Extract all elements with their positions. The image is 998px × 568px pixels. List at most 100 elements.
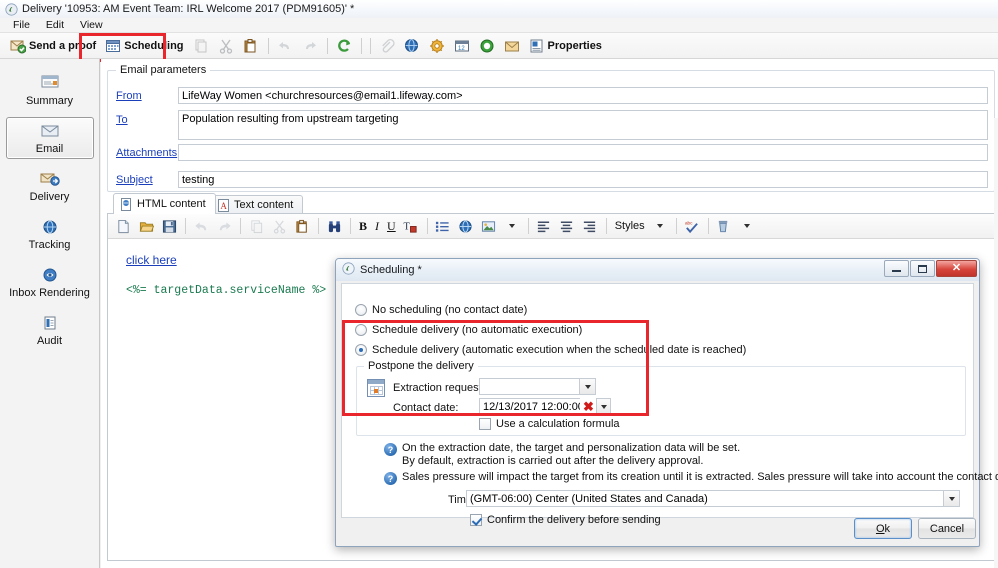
minimize-icon bbox=[892, 270, 901, 272]
ok-button[interactable]: Ok bbox=[854, 518, 912, 539]
copy-button[interactable] bbox=[189, 34, 213, 57]
align-center-button[interactable] bbox=[556, 215, 578, 237]
tab-html-content-label: HTML content bbox=[137, 198, 206, 210]
content-vertical-scrollbar[interactable] bbox=[994, 118, 998, 568]
spellcheck-button[interactable]: abc bbox=[681, 215, 703, 237]
extraction-request-dropdown-arrow[interactable] bbox=[579, 379, 595, 394]
menu-file[interactable]: File bbox=[5, 18, 38, 33]
styles-dropdown-label[interactable]: Styles bbox=[611, 216, 649, 236]
menu-edit[interactable]: Edit bbox=[38, 18, 72, 33]
send-a-proof-button[interactable]: Send a proof bbox=[6, 34, 100, 57]
contact-date-input[interactable]: 12/13/2017 12:00:00 AM bbox=[479, 398, 580, 415]
copy-button[interactable] bbox=[245, 215, 267, 237]
editor-separator bbox=[318, 218, 319, 234]
align-left-button[interactable] bbox=[533, 215, 555, 237]
chevron-down-icon bbox=[584, 384, 591, 389]
send-proof-icon bbox=[10, 38, 27, 54]
sidebar-item-tracking[interactable]: Tracking bbox=[6, 213, 94, 255]
close-button[interactable]: ✕ bbox=[936, 260, 977, 277]
align-right-button[interactable] bbox=[579, 215, 601, 237]
redo-icon bbox=[302, 38, 318, 54]
insert-image-dropdown[interactable] bbox=[501, 215, 523, 237]
undo-button[interactable] bbox=[190, 215, 212, 237]
option-schedule-auto[interactable]: Schedule delivery (automatic execution w… bbox=[355, 344, 746, 356]
undo-button[interactable] bbox=[273, 34, 297, 57]
clear-formatting-dropdown[interactable] bbox=[736, 215, 758, 237]
mail-button[interactable] bbox=[500, 34, 524, 57]
redo-button[interactable] bbox=[213, 215, 235, 237]
sidebar-item-delivery[interactable]: Delivery bbox=[6, 165, 94, 207]
bold-button[interactable]: B bbox=[355, 216, 371, 236]
new-document-button[interactable] bbox=[112, 215, 134, 237]
to-label[interactable]: To bbox=[116, 114, 128, 126]
schedule-calendar-button[interactable]: 12 bbox=[450, 34, 474, 57]
application-window: Delivery '10953: AM Event Team: IRL Welc… bbox=[0, 0, 998, 568]
paste-icon bbox=[243, 38, 259, 54]
from-label[interactable]: From bbox=[116, 90, 142, 102]
sidebar-item-email[interactable]: Email bbox=[5, 117, 94, 159]
subject-label[interactable]: Subject bbox=[116, 174, 153, 186]
timezone-combo[interactable]: (GMT-06:00) Center (United States and Ca… bbox=[466, 490, 960, 507]
find-button[interactable] bbox=[323, 215, 345, 237]
editor-separator bbox=[605, 218, 607, 234]
text-color-button[interactable]: T bbox=[400, 215, 422, 237]
svg-text:A: A bbox=[220, 201, 227, 211]
radio-schedule-auto[interactable] bbox=[355, 344, 367, 356]
info-note-sales-pressure: ? Sales pressure will impact the target … bbox=[384, 471, 998, 485]
sidebar-item-inbox-rendering[interactable]: Inbox Rendering bbox=[6, 261, 94, 303]
option-no-scheduling[interactable]: No scheduling (no contact date) bbox=[355, 304, 527, 316]
typology-button[interactable] bbox=[425, 34, 449, 57]
email-icon bbox=[39, 125, 61, 143]
attachments-label[interactable]: Attachments bbox=[116, 147, 177, 159]
svg-text:T: T bbox=[404, 221, 411, 232]
properties-button[interactable]: Properties bbox=[525, 34, 606, 57]
cancel-button[interactable]: Cancel bbox=[918, 518, 976, 539]
sidebar-item-summary[interactable]: Summary bbox=[6, 69, 94, 111]
typology-icon bbox=[429, 38, 445, 54]
clear-x-icon[interactable]: ✖ bbox=[583, 400, 594, 413]
maximize-button[interactable] bbox=[910, 260, 935, 277]
radio-no-scheduling[interactable] bbox=[355, 304, 367, 316]
dialog-title: Scheduling * bbox=[360, 264, 422, 276]
paste-button[interactable] bbox=[239, 34, 263, 57]
bullet-list-button[interactable] bbox=[432, 215, 454, 237]
clear-formatting-button[interactable] bbox=[713, 215, 735, 237]
subject-input[interactable]: testing bbox=[178, 171, 988, 188]
use-calculation-formula-checkbox[interactable] bbox=[479, 418, 491, 430]
scheduling-button[interactable]: Scheduling bbox=[101, 34, 187, 57]
contact-date-dropdown-arrow[interactable] bbox=[596, 398, 611, 415]
to-input[interactable]: Population resulting from upstream targe… bbox=[178, 110, 988, 140]
save-button[interactable] bbox=[158, 215, 180, 237]
open-folder-button[interactable] bbox=[135, 215, 157, 237]
tab-html-content[interactable]: HTML content bbox=[113, 193, 216, 214]
use-calculation-formula-row[interactable]: Use a calculation formula bbox=[479, 418, 620, 430]
insert-link-button[interactable] bbox=[455, 215, 477, 237]
attachment-button[interactable] bbox=[375, 34, 399, 57]
underline-button[interactable]: U bbox=[383, 216, 400, 236]
cut-button[interactable] bbox=[268, 215, 290, 237]
budget-button[interactable] bbox=[475, 34, 499, 57]
italic-button[interactable]: I bbox=[371, 216, 383, 236]
close-icon: ✕ bbox=[951, 262, 962, 274]
refresh-button[interactable] bbox=[332, 34, 356, 57]
extraction-request-combo[interactable] bbox=[479, 378, 596, 395]
click-here-link[interactable]: click here bbox=[126, 253, 177, 267]
sidebar-item-audit[interactable]: Audit bbox=[6, 309, 94, 351]
redo-button[interactable] bbox=[298, 34, 322, 57]
from-input[interactable]: LifeWay Women <churchresources@email1.li… bbox=[178, 87, 988, 104]
menu-view[interactable]: View bbox=[72, 18, 111, 33]
styles-dropdown-button[interactable] bbox=[649, 215, 671, 237]
minimize-button[interactable] bbox=[884, 260, 909, 277]
dialog-titlebar: Scheduling * ✕ bbox=[336, 259, 979, 281]
attachments-input[interactable] bbox=[178, 144, 988, 161]
seed-list-button[interactable] bbox=[400, 34, 424, 57]
html-page-icon bbox=[120, 197, 133, 211]
editor-separator bbox=[350, 218, 351, 234]
tab-text-content[interactable]: A Text content bbox=[210, 195, 304, 214]
insert-image-button[interactable] bbox=[478, 215, 500, 237]
cut-button[interactable] bbox=[214, 34, 238, 57]
option-schedule-no-auto[interactable]: Schedule delivery (no automatic executio… bbox=[355, 324, 582, 336]
paste-button[interactable] bbox=[291, 215, 313, 237]
radio-schedule-no-auto[interactable] bbox=[355, 324, 367, 336]
timezone-dropdown-arrow[interactable] bbox=[943, 491, 959, 506]
